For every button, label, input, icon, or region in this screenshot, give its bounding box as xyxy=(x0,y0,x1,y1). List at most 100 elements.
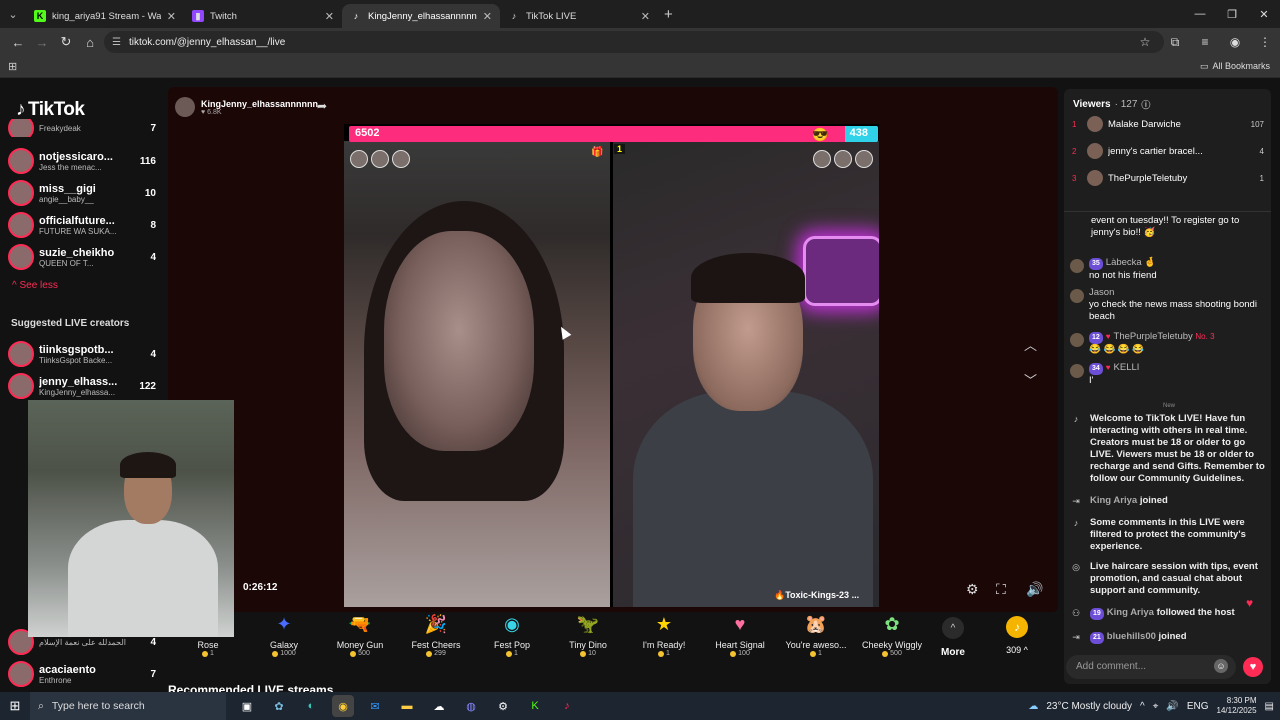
taskbar-search[interactable]: ⌕ Type here to search xyxy=(30,692,226,720)
sidebar-following-item[interactable]: miss__gigi angie__baby__ 10 xyxy=(8,178,156,208)
extensions-icon[interactable]: ⧉ xyxy=(1164,31,1186,53)
volume-icon[interactable]: 🔊 xyxy=(1026,581,1043,598)
sidebar-following-item[interactable]: suzie_cheikho QUEEN OF T... 4 xyxy=(8,242,156,272)
all-bookmarks-button[interactable]: ▭ All Bookmarks xyxy=(1200,61,1270,72)
host-info[interactable]: KingJenny_elhassannnnnn ♥ 6.8K xyxy=(175,97,318,117)
like-heart-button[interactable]: ♥ xyxy=(1243,657,1263,677)
chat-user[interactable]: Jason xyxy=(1089,287,1114,298)
minimize-icon[interactable]: — xyxy=(1184,0,1216,28)
site-info-icon[interactable]: ☰ xyxy=(112,37,121,48)
bookmark-star-icon[interactable]: ☆ xyxy=(1134,31,1156,53)
chat-user[interactable]: Làbecka 🤞 xyxy=(1106,257,1156,268)
weather-icon[interactable]: ☁ xyxy=(1028,701,1038,712)
lang-indicator[interactable]: ENG xyxy=(1187,701,1209,712)
right-participant-name[interactable]: 🔥Toxic-Kings-23 ... xyxy=(774,590,859,601)
profile-icon[interactable]: ◉ xyxy=(1224,31,1246,53)
settings-gear-icon[interactable]: ⚙ xyxy=(966,581,979,598)
browser-tab[interactable]: K king_ariya91 Stream - Watch Li ✕ xyxy=(26,4,184,28)
home-icon[interactable]: ⌂ xyxy=(78,30,102,54)
network-icon[interactable]: ⌖ xyxy=(1153,701,1159,712)
chat-user[interactable]: King Ariya xyxy=(1107,607,1154,618)
sidebar-following-item[interactable]: notjessicaro... Jess the menac... 116 xyxy=(8,146,156,176)
gift-item[interactable]: 🔫 Money Gun 500 xyxy=(322,611,398,658)
close-tab-icon[interactable]: ✕ xyxy=(325,10,334,23)
gift-item[interactable]: ★ I'm Ready! 1 xyxy=(626,611,702,658)
sidebar-suggested-item[interactable]: tiinksgspotb... TiinksGspot Backe... 4 xyxy=(8,339,156,369)
avatar[interactable] xyxy=(813,150,831,168)
windows-start-icon[interactable]: ⊞ xyxy=(0,692,30,720)
settings-icon[interactable]: ⚙ xyxy=(492,695,514,717)
volume-icon[interactable]: 🔊 xyxy=(1166,701,1178,712)
avatar[interactable] xyxy=(834,150,852,168)
media-controls-icon[interactable]: ≡ xyxy=(1194,31,1216,53)
avatar[interactable] xyxy=(1070,259,1084,273)
coin-balance-button[interactable]: ♪ 309 ^ xyxy=(1006,616,1028,655)
url-bar[interactable]: ☰ tiktok.com/@jenny_elhassan__/live xyxy=(104,31,1164,53)
browser-tab[interactable]: ♪ TikTok LIVE ✕ xyxy=(500,4,658,28)
gift-item[interactable]: ♥ Heart Signal 100 xyxy=(702,611,778,658)
clock[interactable]: 8:30 PM 14/12/2025 xyxy=(1217,696,1257,716)
chat-user[interactable]: KELLI xyxy=(1114,362,1140,373)
gift-item[interactable]: ✦ Galaxy 1000 xyxy=(246,611,322,658)
chrome-icon[interactable]: ◉ xyxy=(332,695,354,717)
info-icon[interactable]: ⓘ xyxy=(1141,98,1150,111)
avatar[interactable] xyxy=(1070,333,1084,347)
avatar[interactable] xyxy=(371,150,389,168)
edge-icon[interactable]: ◐ xyxy=(300,695,322,717)
gift-item[interactable]: 🎉 Fest Cheers 299 xyxy=(398,611,474,658)
notifications-icon[interactable]: ▤ xyxy=(1265,701,1274,712)
more-gifts-button[interactable]: ^ More xyxy=(941,617,965,658)
chat-user[interactable]: King Ariya xyxy=(1090,495,1137,506)
avatar[interactable] xyxy=(855,150,873,168)
tab-search-icon[interactable]: ⌄ xyxy=(0,0,26,28)
chat-user[interactable]: bluehills00 xyxy=(1107,631,1156,642)
apps-grid-icon[interactable]: ⊞ xyxy=(8,60,17,73)
sidebar-following-item[interactable]: Freakydeak 7 xyxy=(8,119,156,137)
emoji-icon[interactable]: ☺ xyxy=(1214,659,1228,673)
avatar[interactable] xyxy=(1070,289,1084,303)
previous-live-chevron-up-icon[interactable]: ︿ xyxy=(1024,335,1037,354)
next-live-chevron-down-icon[interactable]: ﹀ xyxy=(1024,370,1037,389)
new-tab-button[interactable]: + xyxy=(664,6,673,23)
file-explorer-icon[interactable]: ▬ xyxy=(396,695,418,717)
viewers-header[interactable]: Viewers · 127 ⓘ xyxy=(1073,98,1150,111)
chat-user[interactable]: ThePurpleTeletuby xyxy=(1114,331,1193,342)
comment-input[interactable]: Add comment... xyxy=(1066,655,1236,679)
top-viewer-row[interactable]: 2 jenny's cartier bracel... 4 xyxy=(1072,142,1264,160)
app-icon[interactable]: ☁ xyxy=(428,695,450,717)
tiktok-icon[interactable]: ♪ xyxy=(556,695,578,717)
see-less-link[interactable]: ^ See less xyxy=(12,280,58,291)
picture-in-picture-webcam[interactable] xyxy=(28,400,234,637)
browser-tab-active[interactable]: ♪ KingJenny_elhassannnnnn (@ ✕ xyxy=(342,4,500,28)
gift-item[interactable]: ✿ Cheeky Wiggly 500 xyxy=(854,611,930,658)
close-window-icon[interactable]: ✕ xyxy=(1248,0,1280,28)
avatar[interactable] xyxy=(350,150,368,168)
close-tab-icon[interactable]: ✕ xyxy=(167,10,176,23)
top-viewer-row[interactable]: 3 ThePurpleTeletuby 1 xyxy=(1072,169,1264,187)
forward-icon[interactable]: → xyxy=(30,30,54,54)
close-tab-icon[interactable]: ✕ xyxy=(483,10,492,23)
copilot-icon[interactable]: ✿ xyxy=(268,695,290,717)
gift-item[interactable]: 🐹 You're aweso... 1 xyxy=(778,611,854,658)
weather-text[interactable]: 23°C Mostly cloudy xyxy=(1046,701,1132,712)
kick-icon[interactable]: K xyxy=(524,695,546,717)
avatar[interactable] xyxy=(392,150,410,168)
tray-chevron-up-icon[interactable]: ^ xyxy=(1140,701,1145,712)
restore-icon[interactable]: ❐ xyxy=(1216,0,1248,28)
avatar[interactable] xyxy=(1070,364,1084,378)
close-tab-icon[interactable]: ✕ xyxy=(641,10,650,23)
outlook-icon[interactable]: ✉ xyxy=(364,695,386,717)
gift-item[interactable]: ◉ Fest Pop 1 xyxy=(474,611,550,658)
live-video[interactable] xyxy=(344,124,879,607)
sidebar-following-item[interactable]: officialfuture... FUTURE WA SUKA... 8 xyxy=(8,210,156,240)
sidebar-suggested-item[interactable]: acaciaento Enthrone 7 xyxy=(8,659,156,689)
menu-icon[interactable]: ⋮ xyxy=(1254,31,1276,53)
share-icon[interactable]: ➦ xyxy=(317,99,327,113)
reload-icon[interactable]: ↻ xyxy=(54,30,78,54)
back-icon[interactable]: ← xyxy=(6,30,30,54)
fullscreen-icon[interactable]: ⛶ xyxy=(996,581,1006,598)
task-view-icon[interactable]: ▣ xyxy=(236,695,258,717)
top-viewer-row[interactable]: 1 Malake Darwiche 107 xyxy=(1072,115,1264,133)
gift-item[interactable]: 🦖 Tiny Dino 10 xyxy=(550,611,626,658)
sidebar-suggested-item[interactable]: jenny_elhass... KingJenny_elhassa... 122 xyxy=(8,371,156,401)
